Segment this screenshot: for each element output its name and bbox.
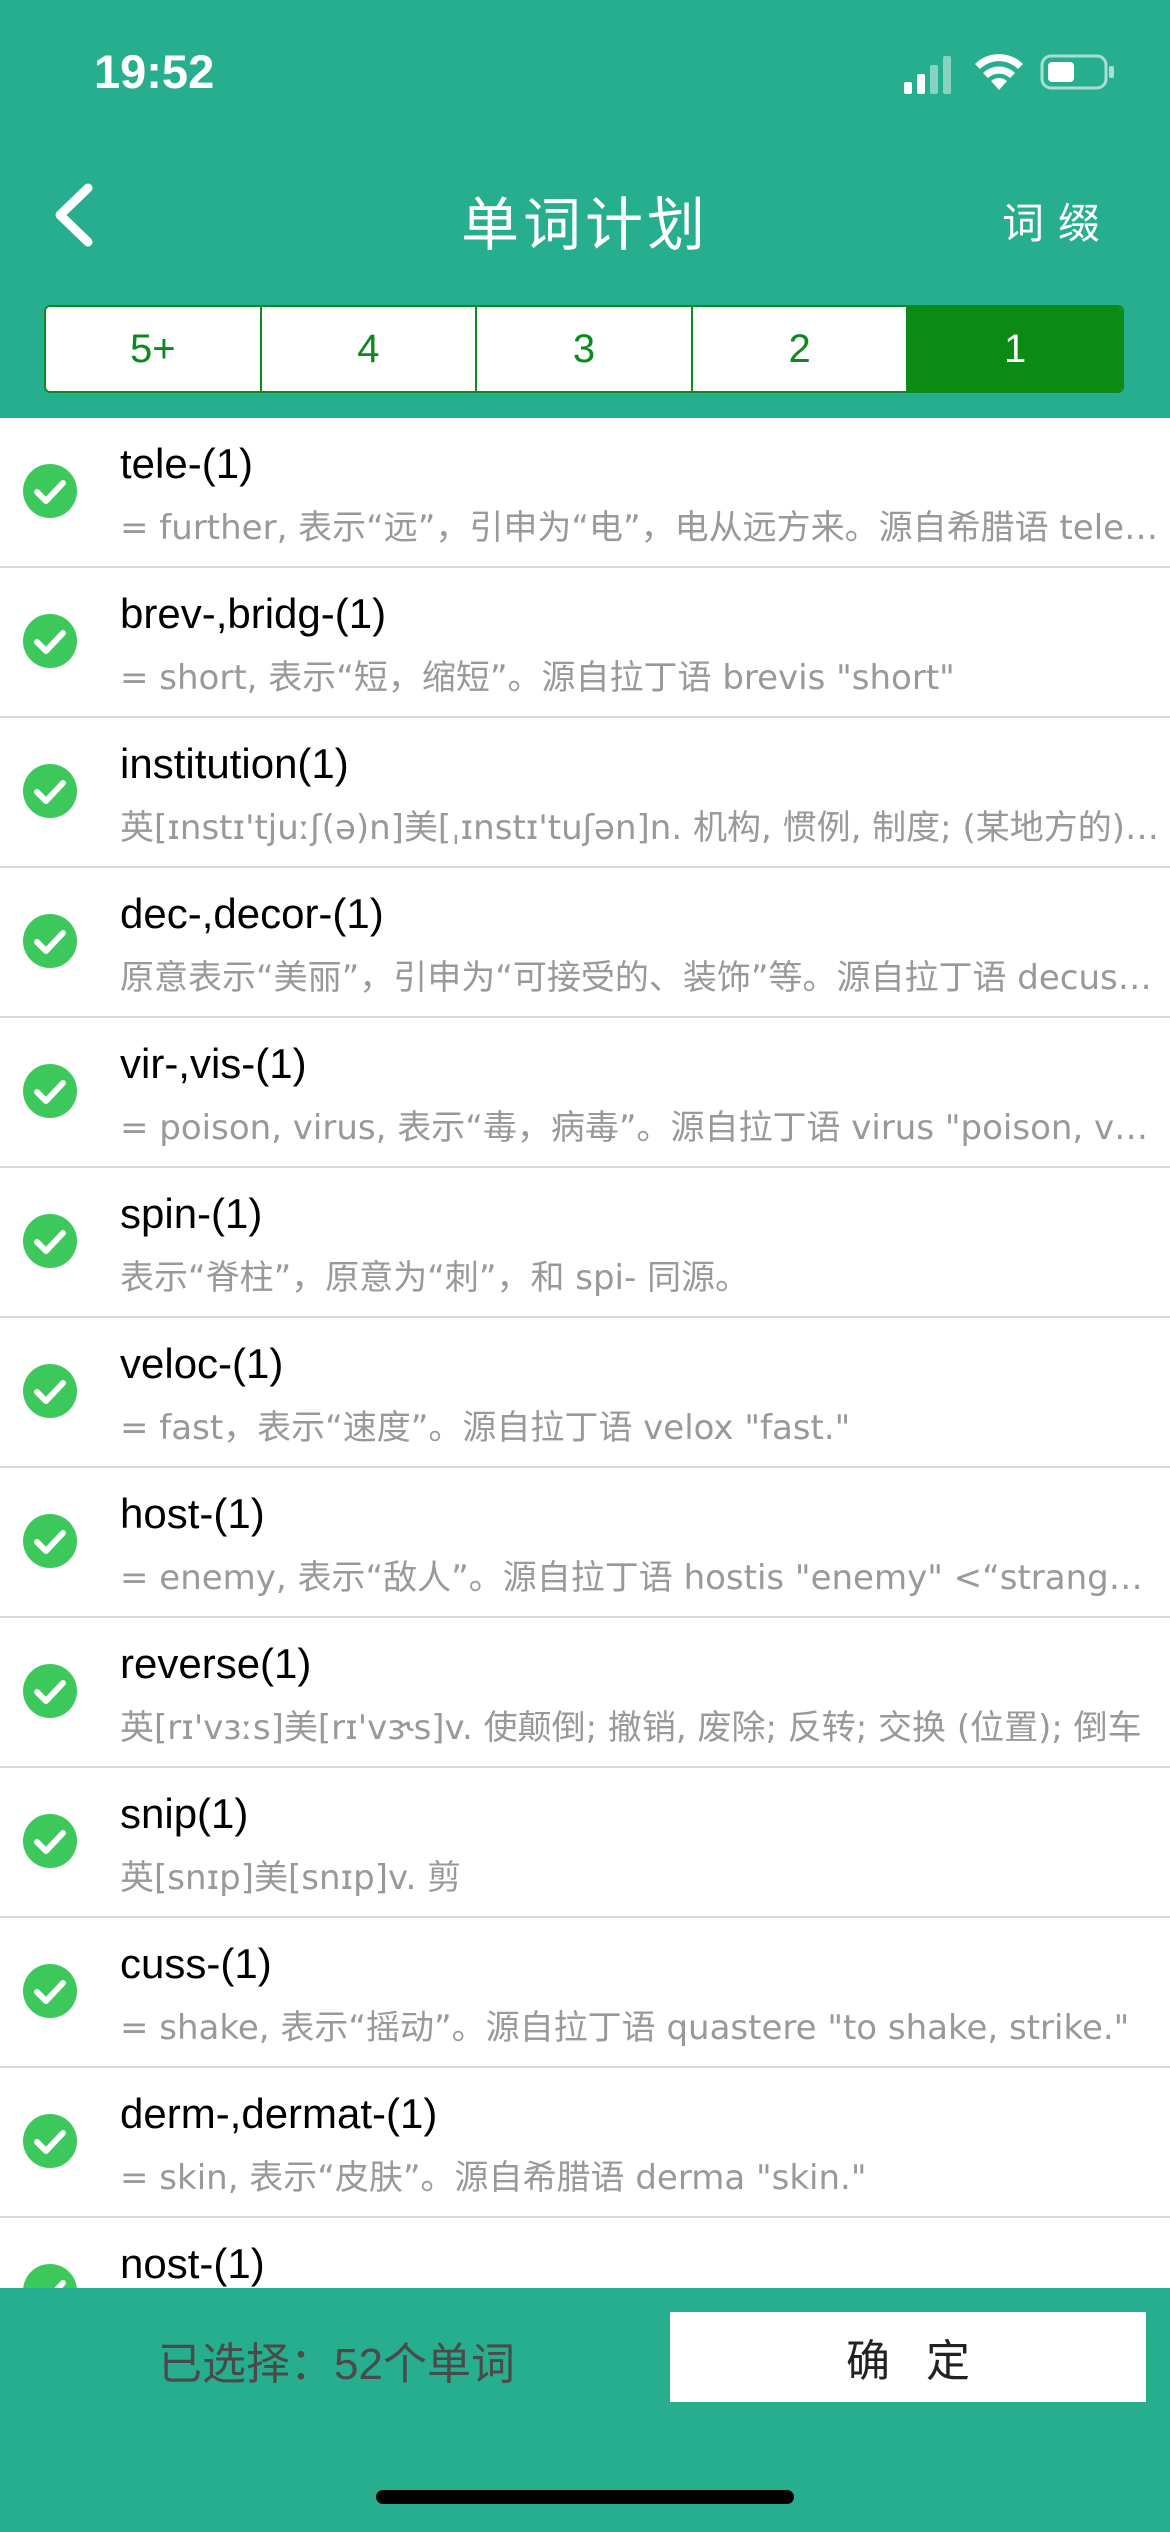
segment-5plus[interactable]: 5+ — [46, 307, 262, 391]
word-description: = further, 表示“远”，引申为“电”，电从远方来。源自希腊语 tele… — [120, 508, 1160, 548]
word-description: 原意表示“美丽”，引申为“可接受的、装饰”等。源自拉丁语 decus "orna… — [120, 958, 1160, 998]
list-item[interactable]: host-(1) = enemy, 表示“敌人”。源自拉丁语 hostis "e… — [0, 1468, 1170, 1618]
segment-3[interactable]: 3 — [477, 307, 693, 391]
checkmark-circle-icon[interactable] — [22, 1663, 78, 1719]
word-description: 表示“脊柱”，原意为“刺”，和 spi- 同源。 — [120, 1258, 750, 1298]
checkmark-circle-icon[interactable] — [22, 1963, 78, 2019]
list-item[interactable]: spin-(1) 表示“脊柱”，原意为“刺”，和 spi- 同源。 — [0, 1168, 1170, 1318]
status-time: 19:52 — [94, 45, 215, 98]
word-title: institution(1) — [120, 740, 349, 787]
list-item[interactable]: cuss-(1) = shake, 表示“摇动”。源自拉丁语 quastere … — [0, 1918, 1170, 2068]
checkmark-circle-icon[interactable] — [22, 1063, 78, 1119]
word-description: = shake, 表示“摇动”。源自拉丁语 quastere "to shake… — [120, 2008, 1130, 2048]
word-description: = enemy, 表示“敌人”。源自拉丁语 hostis "enemy" <“s… — [120, 1558, 1160, 1598]
battery-icon — [1040, 54, 1114, 90]
word-description: = skin, 表示“皮肤”。源自希腊语 derma "skin." — [120, 2158, 867, 2198]
word-title: vir-,vis-(1) — [120, 1040, 307, 1087]
list-item[interactable]: derm-,dermat-(1) = skin, 表示“皮肤”。源自希腊语 de… — [0, 2068, 1170, 2218]
word-title: veloc-(1) — [120, 1340, 284, 1387]
cellular-signal-icon — [904, 56, 951, 94]
list-item[interactable]: reverse(1) 英[rɪ'vɜːs]美[rɪ'vɝs]v. 使颠倒; 撤销… — [0, 1618, 1170, 1768]
word-description: = short, 表示“短，缩短”。源自拉丁语 brevis "short" — [120, 658, 955, 698]
word-title: nost-(1) — [120, 2240, 265, 2287]
segment-4[interactable]: 4 — [262, 307, 478, 391]
list-item[interactable]: vir-,vis-(1) = poison, virus, 表示“毒，病毒”。源… — [0, 1018, 1170, 1168]
checkmark-circle-icon[interactable] — [22, 2263, 78, 2288]
list-item[interactable]: snip(1) 英[snɪp]美[snɪp]v. 剪 — [0, 1768, 1170, 1918]
word-description: = fast，表示“速度”。源自拉丁语 velox "fast." — [120, 1408, 851, 1448]
navigation-bar: 单词计划 词缀 — [0, 150, 1170, 280]
checkmark-circle-icon[interactable] — [22, 1363, 78, 1419]
word-description: = poison, virus, 表示“毒，病毒”。源自拉丁语 virus "p… — [120, 1108, 1160, 1148]
word-list: tele-(1) = further, 表示“远”，引申为“电”，电从远方来。源… — [0, 418, 1170, 2288]
home-indicator[interactable] — [376, 2490, 794, 2504]
segment-2[interactable]: 2 — [693, 307, 909, 391]
confirm-button[interactable]: 确定 — [670, 2312, 1146, 2402]
word-title: cuss-(1) — [120, 1940, 272, 1987]
count-filter-segmented-control: 5+ 4 3 2 1 — [44, 305, 1124, 393]
word-title: spin-(1) — [120, 1190, 263, 1237]
status-bar: 19:52 — [0, 0, 1170, 150]
checkmark-circle-icon[interactable] — [22, 1213, 78, 1269]
checkmark-circle-icon[interactable] — [22, 1813, 78, 1869]
list-item[interactable]: veloc-(1) = fast，表示“速度”。源自拉丁语 velox "fas… — [0, 1318, 1170, 1468]
word-title: reverse(1) — [120, 1640, 312, 1687]
word-title: snip(1) — [120, 1790, 249, 1837]
word-title: dec-,decor-(1) — [120, 890, 384, 937]
list-item[interactable]: brev-,bridg-(1) = short, 表示“短，缩短”。源自拉丁语 … — [0, 568, 1170, 718]
word-title: host-(1) — [120, 1490, 265, 1537]
list-item[interactable]: dec-,decor-(1) 原意表示“美丽”，引申为“可接受的、装饰”等。源自… — [0, 868, 1170, 1018]
list-item[interactable]: tele-(1) = further, 表示“远”，引申为“电”，电从远方来。源… — [0, 418, 1170, 568]
selected-count-label: 已选择：52个单词 — [158, 2340, 515, 2389]
checkmark-circle-icon[interactable] — [22, 763, 78, 819]
word-description: 英[snɪp]美[snɪp]v. 剪 — [120, 1858, 462, 1898]
segment-1[interactable]: 1 — [908, 307, 1122, 391]
checkmark-circle-icon[interactable] — [22, 613, 78, 669]
checkmark-circle-icon[interactable] — [22, 2113, 78, 2169]
list-item[interactable]: institution(1) 英[ɪnstɪ'tjuːʃ(ə)n]美[ˌɪnst… — [0, 718, 1170, 868]
wifi-icon — [975, 54, 1023, 90]
page-title: 单词计划 — [460, 193, 709, 258]
word-description: 英[ɪnstɪ'tjuːʃ(ə)n]美[ˌɪnstɪ'tuʃən]n. 机构, … — [120, 808, 1160, 848]
word-title: derm-,dermat-(1) — [120, 2090, 438, 2137]
checkmark-circle-icon[interactable] — [22, 913, 78, 969]
word-description: 英[rɪ'vɜːs]美[rɪ'vɝs]v. 使颠倒; 撤销, 废除; 反转; 交… — [120, 1708, 1142, 1748]
word-title: tele-(1) — [120, 440, 254, 487]
list-item[interactable]: nost-(1) — [0, 2218, 1170, 2288]
word-title: brev-,bridg-(1) — [120, 590, 387, 637]
affix-button[interactable]: 词缀 — [1002, 190, 1114, 251]
checkmark-circle-icon[interactable] — [22, 1513, 78, 1569]
checkmark-circle-icon[interactable] — [22, 463, 78, 519]
